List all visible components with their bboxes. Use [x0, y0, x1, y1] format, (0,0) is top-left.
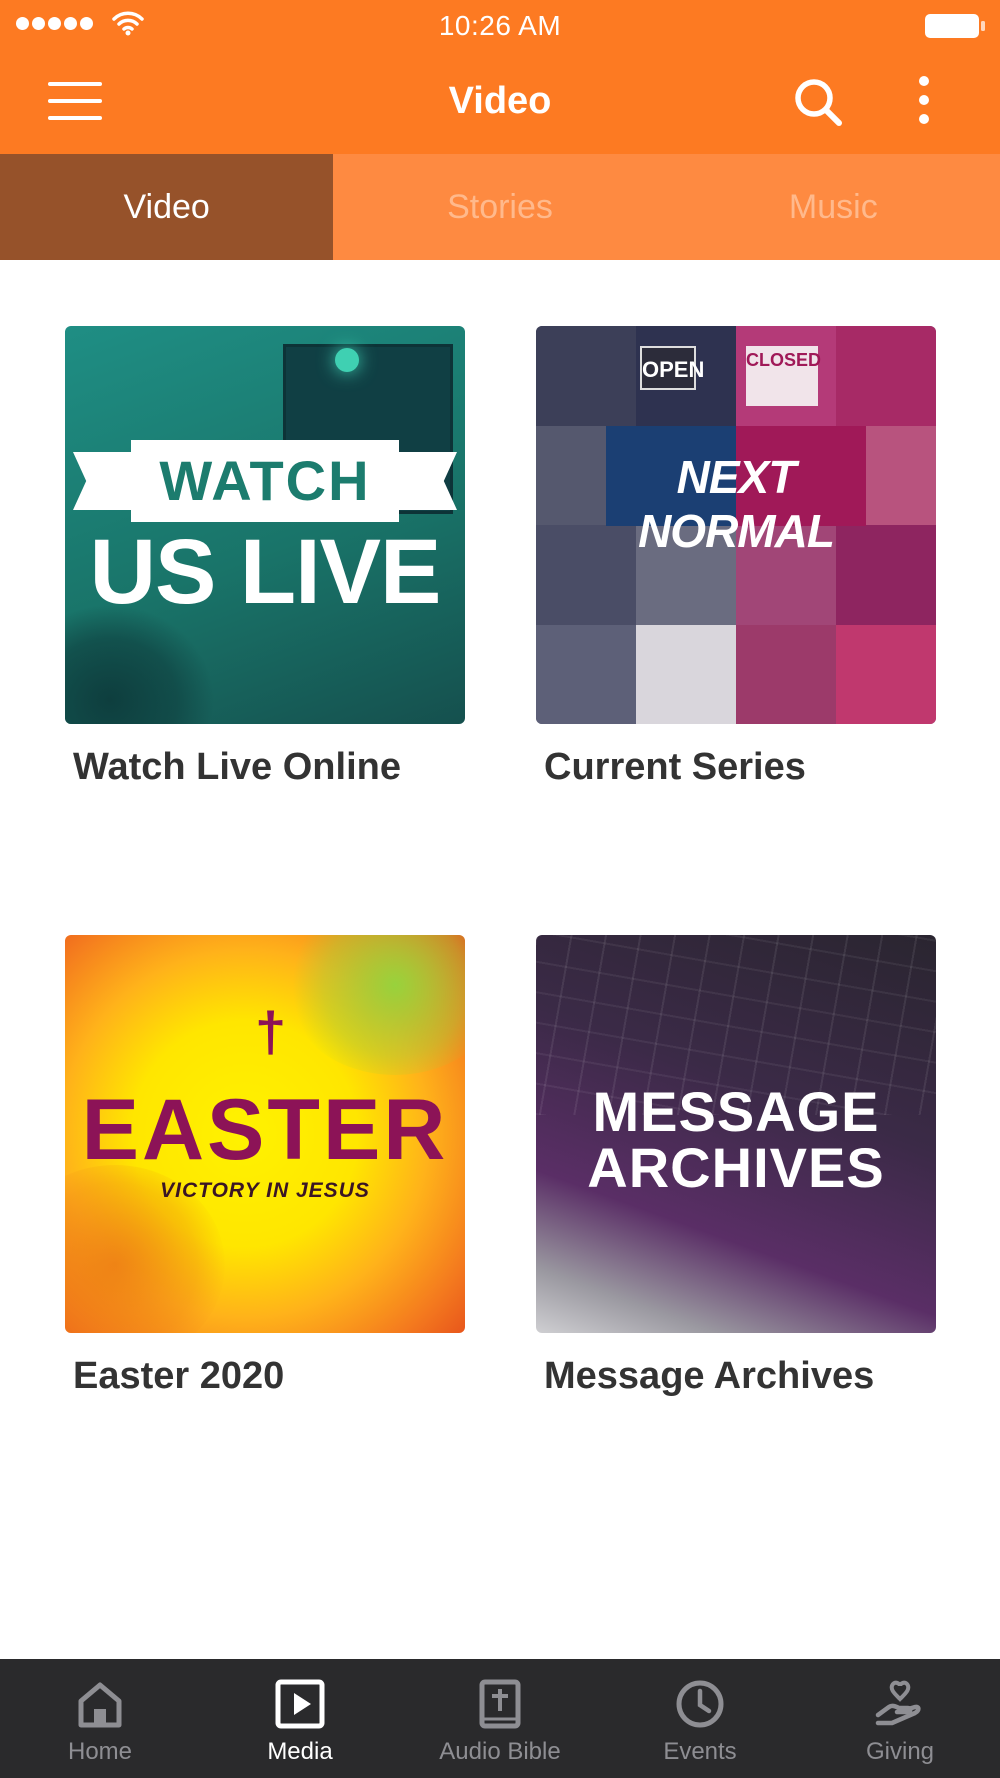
current-series-thumbnail[interactable]: OPEN CLOSED NEXT NORMAL: [536, 326, 936, 724]
thumbnail-decor: [335, 348, 359, 372]
nav-item-home[interactable]: Home: [0, 1659, 200, 1778]
tab-video[interactable]: Video: [0, 154, 334, 260]
bottom-nav: Home Media Audio Bible Events Giving: [0, 1659, 1000, 1778]
status-time: 10:26 AM: [438, 10, 562, 41]
nav-item-label: Audio Bible: [439, 1738, 561, 1765]
nav-item-media[interactable]: Media: [200, 1659, 400, 1778]
card-title[interactable]: Current Series: [544, 746, 806, 789]
app-header: Video: [0, 52, 1000, 154]
thumbnail-sign-open: OPEN: [640, 346, 704, 390]
message-archives-thumbnail[interactable]: MESSAGE ARCHIVES: [536, 935, 936, 1333]
nav-item-audio-bible[interactable]: Audio Bible: [400, 1659, 600, 1778]
watch-live-thumbnail[interactable]: WATCH US LIVE: [65, 326, 465, 724]
nav-item-label: Home: [67, 1738, 133, 1765]
thumbnail-decor: [285, 935, 465, 1075]
nav-item-label: Media: [267, 1738, 333, 1765]
tab-stories[interactable]: Stories: [333, 154, 666, 260]
card-easter-2020[interactable]: † EASTER VICTORY IN JESUS Easter 2020: [65, 935, 465, 1397]
clock-icon: [675, 1679, 725, 1729]
card-title[interactable]: Watch Live Online: [73, 746, 401, 789]
thumbnail-subtitle: VICTORY IN JESUS: [160, 1179, 370, 1202]
nav-item-giving[interactable]: Giving: [800, 1659, 1000, 1778]
play-icon: [275, 1679, 325, 1729]
battery-icon: [924, 13, 986, 44]
status-bar: 10:26 AM: [0, 0, 1000, 52]
tab-music[interactable]: Music: [667, 154, 1000, 260]
card-watch-live-online[interactable]: WATCH US LIVE Watch Live Online: [65, 326, 465, 788]
card-current-series[interactable]: OPEN CLOSED NEXT NORMAL Current Series: [536, 326, 936, 788]
card-title[interactable]: Easter 2020: [73, 1355, 284, 1398]
page-title: Video: [448, 80, 552, 122]
nav-item-label: Events: [663, 1738, 737, 1765]
card-message-archives[interactable]: MESSAGE ARCHIVES Message Archives: [536, 935, 936, 1397]
search-icon[interactable]: [792, 76, 844, 128]
nav-item-label: Giving: [865, 1738, 935, 1765]
giving-icon: [875, 1679, 925, 1729]
thumbnail-title: NEXT NORMAL: [638, 451, 835, 557]
thumbnail-title: EASTER: [81, 1082, 449, 1178]
thumbnail-banner-text: WATCH: [131, 440, 399, 522]
home-icon: [75, 1679, 125, 1729]
thumbnail-banner: WATCH: [73, 440, 457, 522]
nav-item-events[interactable]: Events: [600, 1659, 800, 1778]
more-options-icon[interactable]: [912, 76, 936, 130]
card-title[interactable]: Message Archives: [544, 1355, 874, 1398]
thumbnail-title-line2: ARCHIVES: [587, 1136, 885, 1199]
thumbnail-sign-closed: CLOSED: [746, 346, 821, 406]
bible-icon: [475, 1679, 525, 1729]
thumbnail-big-text: US LIVE: [89, 521, 442, 623]
thumbnail-title-line1: MESSAGE: [592, 1080, 880, 1143]
cross-icon: †: [255, 1000, 287, 1063]
easter-thumbnail[interactable]: † EASTER VICTORY IN JESUS: [65, 935, 465, 1333]
media-tabs: Video Stories Music: [0, 154, 1000, 260]
